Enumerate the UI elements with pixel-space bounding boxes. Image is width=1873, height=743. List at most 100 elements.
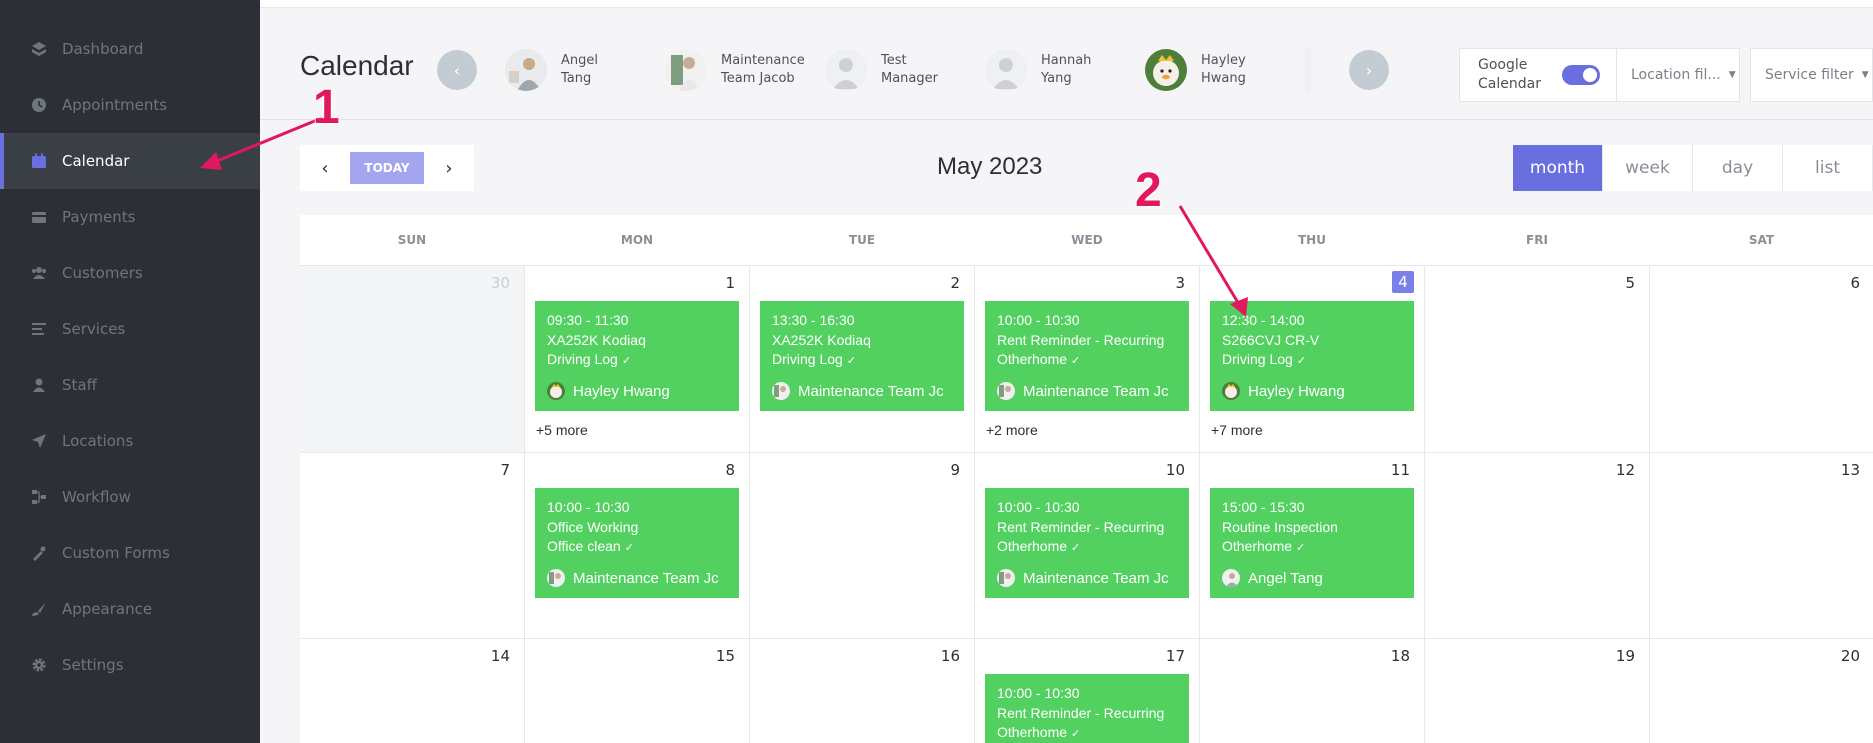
event-staff: Maintenance Team Jc: [798, 382, 944, 400]
event-title: Rent Reminder - Recurring: [997, 704, 1165, 721]
forms-icon: [30, 544, 48, 562]
sidebar-item-settings[interactable]: Settings: [0, 637, 260, 693]
day-number[interactable]: 6: [1830, 274, 1860, 292]
event-card[interactable]: 10:00 - 10:30 Rent Reminder - Recurring …: [985, 301, 1189, 411]
sidebar-item-services[interactable]: Services: [0, 301, 260, 357]
sidebar-item-label: Dashboard: [62, 40, 144, 58]
day-number[interactable]: 5: [1605, 274, 1635, 292]
sidebar-item-workflow[interactable]: Workflow: [0, 469, 260, 525]
day-number[interactable]: 14: [480, 647, 510, 665]
day-number[interactable]: 9: [930, 461, 960, 479]
staff-filter-maintenance-team-jacob[interactable]: Maintenance Team Jacob: [665, 48, 811, 92]
day-number[interactable]: 30: [480, 274, 510, 292]
users-icon: [30, 264, 48, 282]
day-number[interactable]: 1: [705, 274, 735, 292]
grid-line: [749, 265, 750, 743]
sidebar-item-appearance[interactable]: Appearance: [0, 581, 260, 637]
weekday-header: THU: [1298, 233, 1326, 247]
avatar: [997, 569, 1015, 588]
avatar: [505, 49, 547, 91]
staff-filter-angel-tang[interactable]: Angel Tang: [505, 48, 651, 92]
next-month-button[interactable]: ›: [424, 158, 474, 179]
view-month-button[interactable]: month: [1513, 145, 1603, 191]
sidebar-item-staff[interactable]: Staff: [0, 357, 260, 413]
brush-icon: [30, 600, 48, 618]
day-number[interactable]: 8: [705, 461, 735, 479]
sidebar-item-payments[interactable]: Payments: [0, 189, 260, 245]
service-filter-select[interactable]: Service filter ▼: [1750, 48, 1873, 102]
day-number[interactable]: 18: [1380, 647, 1410, 665]
day-number-today[interactable]: 4: [1392, 271, 1414, 293]
view-week-button[interactable]: week: [1603, 145, 1693, 191]
staff-name-line1: Hannah: [1041, 53, 1092, 68]
annotation-marker: 2: [1135, 164, 1162, 217]
sidebar-item-label: Payments: [62, 208, 136, 226]
grid-line: [524, 265, 525, 743]
date-navigation: ‹ TODAY ›: [300, 145, 474, 191]
staff-filter-hayley-hwang[interactable]: Hayley Hwang: [1145, 48, 1291, 92]
top-bar: [260, 0, 1873, 8]
day-number[interactable]: 13: [1830, 461, 1860, 479]
google-calendar-toggle[interactable]: [1562, 65, 1600, 85]
staff-filter-test-manager[interactable]: Test Manager: [825, 48, 971, 92]
today-button[interactable]: TODAY: [350, 152, 424, 184]
day-number[interactable]: 20: [1830, 647, 1860, 665]
day-number[interactable]: 7: [480, 461, 510, 479]
chevron-right-icon: ›: [1365, 60, 1373, 80]
sidebar-item-customers[interactable]: Customers: [0, 245, 260, 301]
staff-name-line1: Test: [881, 53, 907, 68]
event-card[interactable]: 10:00 - 10:30 Office Working Office clea…: [535, 488, 739, 598]
sidebar-item-locations[interactable]: Locations: [0, 413, 260, 469]
more-events-link[interactable]: +5 more: [536, 422, 588, 438]
day-number[interactable]: 17: [1155, 647, 1185, 665]
event-title: XA252K Kodiaq: [547, 331, 646, 348]
day-number[interactable]: 19: [1605, 647, 1635, 665]
event-card[interactable]: 10:00 - 10:30 Rent Reminder - Recurring …: [985, 674, 1189, 743]
other-month-cell: [300, 266, 524, 452]
day-number[interactable]: 16: [930, 647, 960, 665]
staff-next-button[interactable]: ›: [1349, 50, 1389, 90]
view-list-button[interactable]: list: [1783, 145, 1873, 191]
avatar: [547, 569, 565, 588]
staff-name-line2: Yang: [1041, 71, 1072, 86]
sidebar-item-label: Services: [62, 320, 126, 338]
location-filter-select[interactable]: Location fil... ▼: [1616, 48, 1740, 102]
event-card[interactable]: 15:00 - 15:30 Routine Inspection Otherho…: [1210, 488, 1414, 598]
event-card[interactable]: 10:00 - 10:30 Rent Reminder - Recurring …: [985, 488, 1189, 598]
check-icon: ✓: [1296, 542, 1306, 554]
day-number[interactable]: 15: [705, 647, 735, 665]
view-day-button[interactable]: day: [1693, 145, 1783, 191]
event-staff: Hayley Hwang: [1248, 382, 1345, 400]
event-staff: Hayley Hwang: [573, 382, 670, 400]
day-number[interactable]: 10: [1155, 461, 1185, 479]
sidebar-item-label: Staff: [62, 376, 97, 394]
event-time: 15:00 - 15:30: [1222, 499, 1305, 515]
month-calendar: SUN MON TUE WED THU FRI SAT 30 1 2 3 4 5…: [300, 215, 1873, 743]
sidebar-item-label: Customers: [62, 264, 143, 282]
sidebar-item-appointments[interactable]: Appointments: [0, 77, 260, 133]
day-number[interactable]: 3: [1155, 274, 1185, 292]
day-number[interactable]: 11: [1380, 461, 1410, 479]
staff-name-line2: Team Jacob: [721, 71, 795, 86]
service-filter-value: Service filter: [1765, 67, 1854, 83]
sidebar-item-label: Custom Forms: [62, 544, 170, 562]
event-card[interactable]: 12:30 - 14:00 S266CVJ CR-V Driving Log ✓ …: [1210, 301, 1414, 411]
sidebar-item-dashboard[interactable]: Dashboard: [0, 21, 260, 77]
staff-filter-hannah-yang[interactable]: Hannah Yang: [985, 48, 1131, 92]
calendar-icon: [30, 152, 48, 170]
event-card[interactable]: 13:30 - 16:30 XA252K Kodiaq Driving Log ✓…: [760, 301, 964, 411]
event-subtitle: Driving Log: [547, 351, 618, 367]
event-staff: Maintenance Team Jc: [1023, 569, 1169, 587]
staff-prev-button[interactable]: ‹: [437, 50, 477, 90]
more-events-link[interactable]: +7 more: [1211, 422, 1263, 438]
event-staff: Maintenance Team Jc: [573, 569, 719, 587]
check-icon: ✓: [1071, 355, 1081, 367]
day-number[interactable]: 12: [1605, 461, 1635, 479]
sidebar-item-calendar[interactable]: Calendar: [0, 133, 260, 189]
month-title: May 2023: [937, 153, 1043, 180]
day-number[interactable]: 2: [930, 274, 960, 292]
event-card[interactable]: 09:30 - 11:30 XA252K Kodiaq Driving Log ✓…: [535, 301, 739, 411]
sidebar-item-custom-forms[interactable]: Custom Forms: [0, 525, 260, 581]
more-events-link[interactable]: +2 more: [986, 422, 1038, 438]
prev-month-button[interactable]: ‹: [300, 158, 350, 179]
